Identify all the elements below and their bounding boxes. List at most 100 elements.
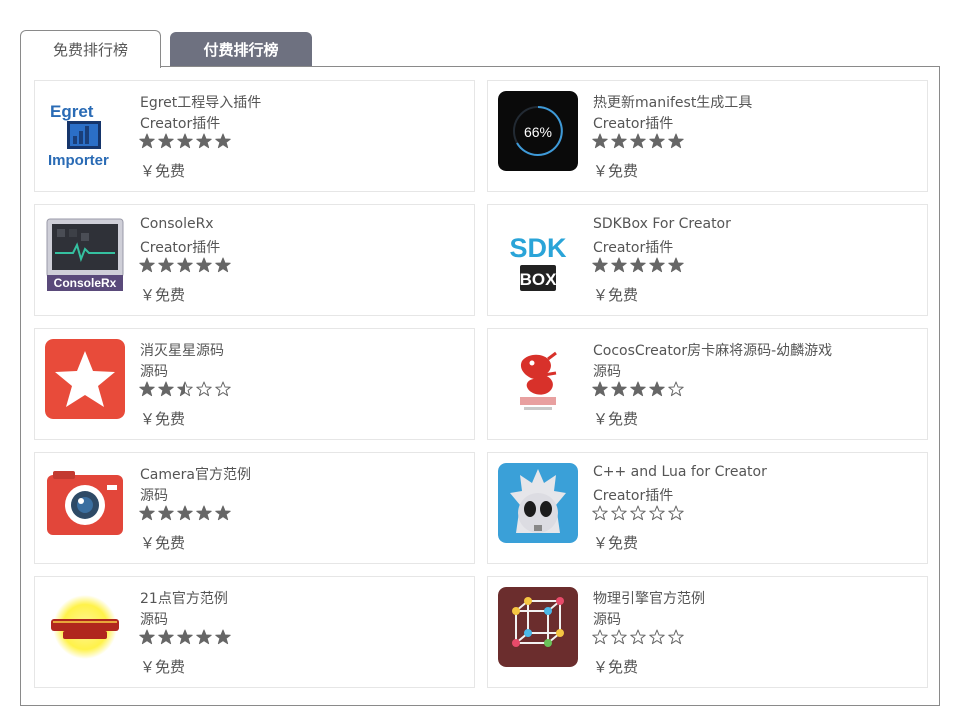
item-category: Creator插件: [593, 240, 674, 256]
item-price: ￥免费: [593, 410, 639, 428]
tab-paid-ranking[interactable]: 付费排行榜: [170, 32, 312, 66]
star-empty-icon: [215, 381, 231, 397]
consolerx-icon: ConsoleRx: [45, 215, 125, 295]
item-name: ConsoleRx: [140, 216, 214, 232]
star-empty-icon: [592, 505, 608, 521]
star-filled-icon: [139, 133, 155, 149]
item-price: ￥免费: [140, 162, 186, 180]
item-category: Creator插件: [593, 488, 674, 504]
item-category: 源码: [593, 364, 621, 380]
rating-stars: [139, 133, 231, 151]
star-filled-icon: [196, 133, 212, 149]
star-filled-icon: [158, 381, 174, 397]
rating-stars: [139, 505, 231, 523]
item-price: ￥免费: [140, 286, 186, 304]
star-empty-icon: [668, 629, 684, 645]
item-name: 21点官方范例: [140, 591, 228, 607]
item-name: SDKBox For Creator: [593, 216, 731, 232]
star-filled-icon: [611, 381, 627, 397]
star-filled-icon: [177, 629, 193, 645]
item-category: 源码: [593, 612, 621, 628]
star-filled-icon: [158, 505, 174, 521]
star-empty-icon: [611, 629, 627, 645]
star-filled-icon: [668, 257, 684, 273]
rating-stars: [592, 257, 684, 275]
star-filled-icon: [215, 133, 231, 149]
rating-stars: [592, 629, 684, 647]
star-filled-icon: [177, 133, 193, 149]
star-filled-icon: [177, 505, 193, 521]
star-filled-icon: [158, 629, 174, 645]
rating-stars: [139, 629, 231, 647]
item-price: ￥免费: [593, 534, 639, 552]
star-filled-icon: [649, 381, 665, 397]
star-empty-icon: [649, 505, 665, 521]
item-category: Creator插件: [140, 116, 221, 132]
star-filled-icon: [196, 629, 212, 645]
star-filled-icon: [215, 629, 231, 645]
rating-stars: [139, 381, 231, 399]
item-category: Creator插件: [593, 116, 674, 132]
star-empty-icon: [668, 381, 684, 397]
star-filled-icon: [158, 133, 174, 149]
star-filled-icon: [139, 257, 155, 273]
ranking-tabs: 免费排行榜 付费排行榜: [20, 30, 320, 68]
item-price: ￥免费: [593, 286, 639, 304]
star-filled-icon: [592, 257, 608, 273]
list-item[interactable]: Egret Importer Egret工程导入插件 Creator插件 ￥免费: [34, 80, 475, 192]
item-price: ￥免费: [140, 534, 186, 552]
ranking-list-panel: Egret Importer Egret工程导入插件 Creator插件 ￥免费…: [20, 66, 940, 706]
star-filled-icon: [649, 257, 665, 273]
rating-stars: [592, 133, 684, 151]
sdkbox-icon: SDK BOX: [498, 215, 578, 295]
svg-text:BOX: BOX: [520, 270, 558, 289]
item-name: C++ and Lua for Creator: [593, 464, 767, 480]
star-filled-icon: [196, 505, 212, 521]
star-empty-icon: [592, 629, 608, 645]
list-item[interactable]: ConsoleRx ConsoleRx Creator插件 ￥免费: [34, 204, 475, 316]
item-name: 物理引擎官方范例: [593, 591, 705, 607]
star-filled-icon: [611, 257, 627, 273]
star-filled-icon: [630, 381, 646, 397]
star-filled-icon: [611, 133, 627, 149]
cocos-mascot-icon: [498, 463, 578, 543]
list-item[interactable]: Camera官方范例 源码 ￥免费: [34, 452, 475, 564]
item-category: 源码: [140, 364, 168, 380]
list-item[interactable]: SDK BOX SDKBox For Creator Creator插件 ￥免费: [487, 204, 928, 316]
egret-importer-icon: Egret Importer: [45, 91, 125, 171]
list-item[interactable]: 消灭星星源码 源码 ￥免费: [34, 328, 475, 440]
star-filled-icon: [592, 381, 608, 397]
item-name: Camera官方范例: [140, 467, 251, 483]
star-filled-icon: [215, 257, 231, 273]
svg-text:66%: 66%: [524, 124, 552, 140]
star-filled-icon: [196, 257, 212, 273]
svg-text:ConsoleRx: ConsoleRx: [54, 276, 117, 290]
star-empty-icon: [630, 629, 646, 645]
svg-text:Egret: Egret: [50, 102, 94, 121]
svg-text:Importer: Importer: [48, 152, 109, 169]
item-name: 消灭星星源码: [140, 343, 224, 359]
item-price: ￥免费: [593, 162, 639, 180]
list-item[interactable]: 66% 热更新manifest生成工具 Creator插件 ￥免费: [487, 80, 928, 192]
star-filled-icon: [139, 505, 155, 521]
tab-free-ranking[interactable]: 免费排行榜: [20, 30, 161, 68]
blackjack-icon: [45, 587, 125, 667]
star-filled-icon: [649, 133, 665, 149]
star-empty-icon: [611, 505, 627, 521]
rating-stars: [139, 257, 231, 275]
item-name: CocosCreator房卡麻将源码-幼麟游戏: [593, 343, 833, 359]
list-item[interactable]: C++ and Lua for Creator Creator插件 ￥免费: [487, 452, 928, 564]
star-empty-icon: [196, 381, 212, 397]
item-price: ￥免费: [140, 658, 186, 676]
star-filled-icon: [668, 133, 684, 149]
star-half-icon: [177, 381, 193, 397]
star-empty-icon: [668, 505, 684, 521]
list-item[interactable]: CocosCreator房卡麻将源码-幼麟游戏 源码 ￥免费: [487, 328, 928, 440]
list-item[interactable]: 物理引擎官方范例 源码 ￥免费: [487, 576, 928, 688]
item-name: 热更新manifest生成工具: [593, 95, 753, 111]
item-price: ￥免费: [140, 410, 186, 428]
star-filled-icon: [215, 505, 231, 521]
star-filled-icon: [177, 257, 193, 273]
progress-66-icon: 66%: [498, 91, 578, 171]
list-item[interactable]: 21点官方范例 源码 ￥免费: [34, 576, 475, 688]
